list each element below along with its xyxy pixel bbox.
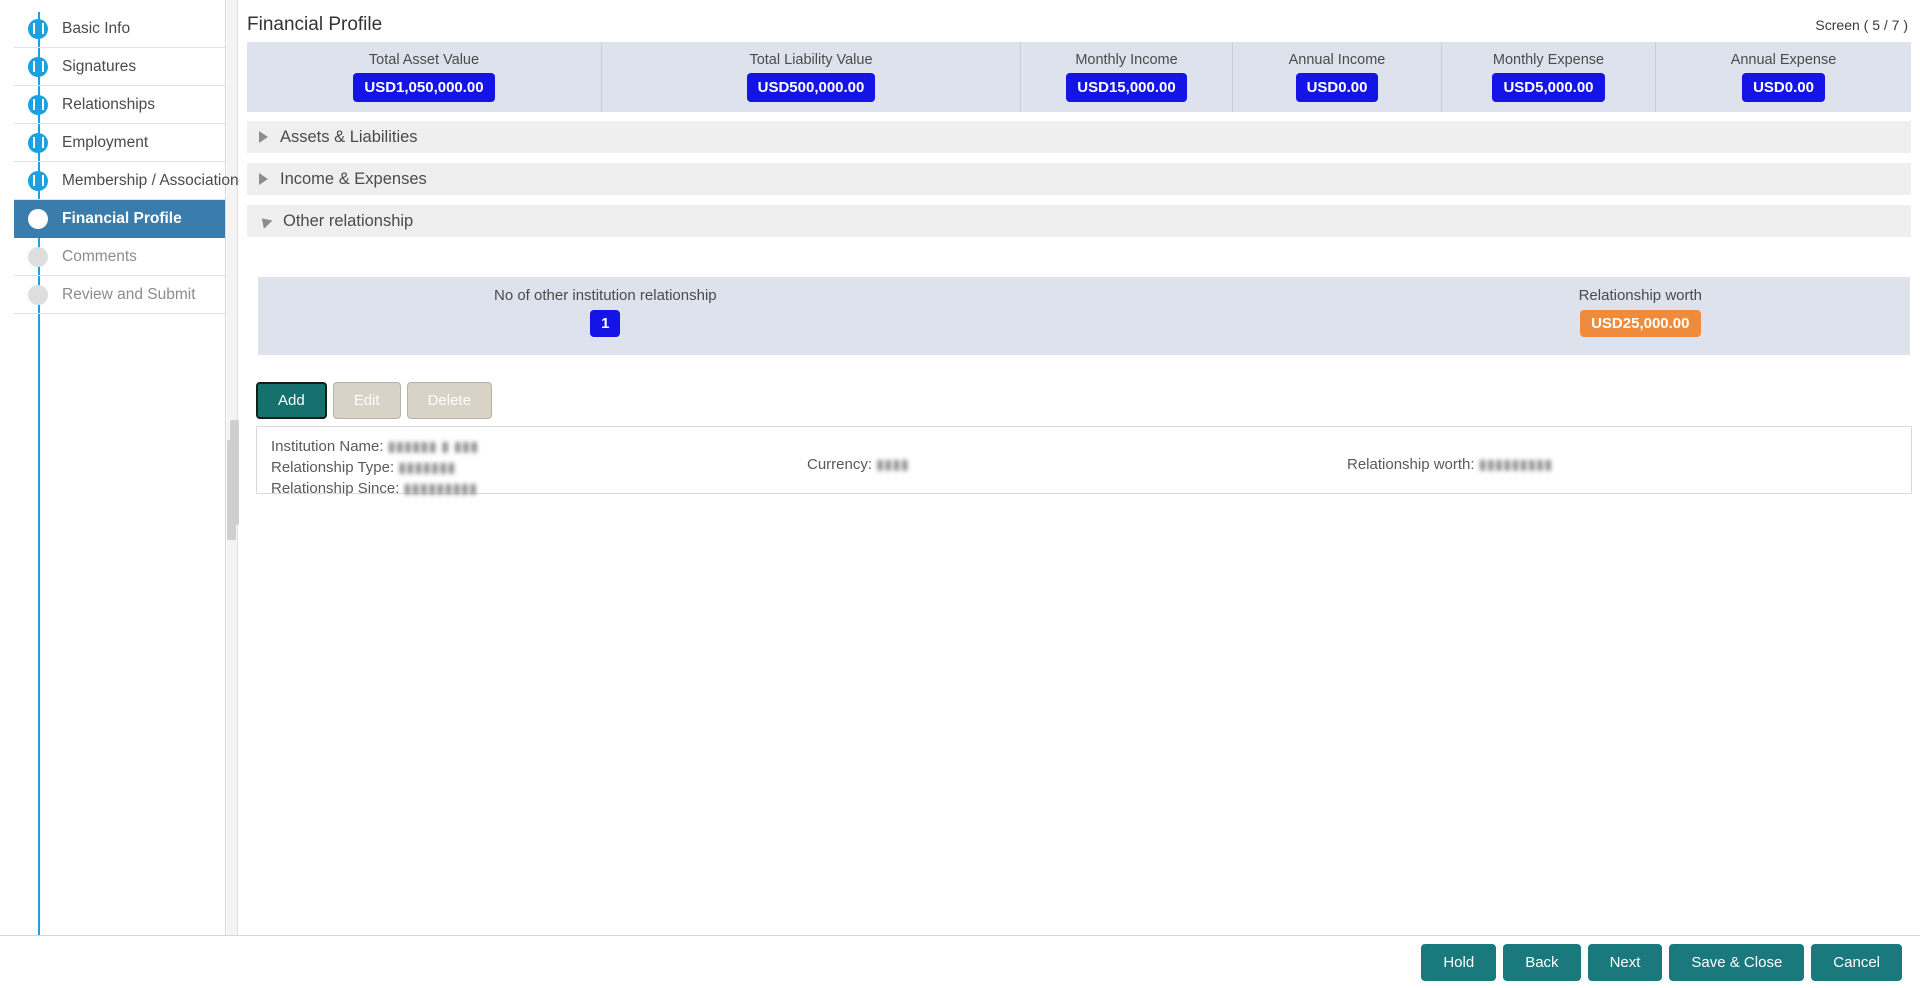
sidebar-item-label: Comments	[62, 247, 137, 265]
relationship-type-value: ▮▮▮▮▮▮▮	[398, 459, 456, 475]
record-currency-column: Currency: ▮▮▮▮	[807, 454, 909, 475]
step-done-icon	[28, 18, 48, 39]
summary-value-badge: USD1,050,000.00	[353, 73, 495, 102]
step-done-icon	[28, 94, 48, 115]
summary-cell-total-asset-value: Total Asset Value USD1,050,000.00	[247, 42, 602, 112]
hold-button[interactable]: Hold	[1421, 943, 1497, 981]
currency-row: Currency: ▮▮▮▮	[807, 454, 909, 475]
count-label: No of other institution relationship	[494, 287, 717, 304]
relationship-type-row: Relationship Type: ▮▮▮▮▮▮▮	[271, 457, 479, 478]
summary-label: Total Liability Value	[749, 52, 873, 68]
currency-value: ▮▮▮▮	[876, 456, 910, 472]
next-button[interactable]: Next	[1587, 943, 1663, 981]
summary-cell-total-liability-value: Total Liability Value USD500,000.00	[602, 42, 1021, 112]
summary-cell-monthly-expense: Monthly Expense USD5,000.00	[1442, 42, 1656, 112]
summary-value-badge: USD500,000.00	[746, 73, 876, 102]
relationship-since-label: Relationship Since:	[271, 480, 400, 497]
summary-cell-annual-expense: Annual Expense USD0.00	[1656, 42, 1911, 112]
worth-badge: USD25,000.00	[1580, 310, 1701, 337]
sidebar-item-label: Signatures	[62, 57, 137, 75]
summary-value-badge: USD0.00	[1742, 73, 1825, 102]
accordion-assets-liabilities[interactable]: Assets & Liabilities	[247, 120, 1911, 153]
financial-summary-strip: Total Asset Value USD1,050,000.00 Total Li…	[247, 42, 1911, 112]
step-done-icon	[28, 170, 48, 191]
summary-label: Annual Income	[1288, 52, 1386, 68]
chevron-right-icon	[259, 131, 268, 143]
summary-label: Monthly Expense	[1492, 52, 1605, 68]
summary-value-badge: USD5,000.00	[1492, 73, 1605, 102]
relationship-since-row: Relationship Since: ▮▮▮▮▮▮▮▮▮	[271, 478, 479, 499]
sidebar-item-review-and-submit[interactable]: Review and Submit	[14, 276, 225, 314]
record-worth-column: Relationship worth: ▮▮▮▮▮▮▮▮▮	[1347, 454, 1553, 475]
summary-label: Annual Expense	[1730, 52, 1837, 68]
content-scrollbar-thumb[interactable]	[230, 420, 239, 525]
step-pending-icon	[28, 284, 48, 305]
step-done-icon	[28, 56, 48, 77]
summary-cell-annual-income: Annual Income USD0.00	[1233, 42, 1442, 112]
currency-label: Currency:	[807, 456, 873, 473]
record-primary-column: Institution Name: ▮▮▮▮▮▮ ▮ ▮▮▮ Relations…	[271, 436, 479, 499]
sidebar-item-signatures[interactable]: Signatures	[14, 48, 225, 86]
summary-cell-monthly-income: Monthly Income USD15,000.00	[1021, 42, 1233, 112]
relationship-record-card[interactable]: Institution Name: ▮▮▮▮▮▮ ▮ ▮▮▮ Relations…	[256, 426, 1912, 497]
sidebar-item-label: Employment	[62, 133, 149, 151]
page-title: Financial Profile	[247, 14, 383, 35]
step-done-icon	[28, 132, 48, 153]
worth-label: Relationship worth	[1578, 287, 1702, 304]
record-action-buttons: Add Edit Delete	[256, 382, 492, 419]
wizard-sidebar: Basic Info Signatures Relationships Employm…	[0, 0, 239, 935]
wizard-step-list: Basic Info Signatures Relationships Employm…	[0, 10, 239, 314]
relationship-worth-stat: Relationship worth USD25,000.00	[1579, 287, 1702, 337]
sidebar-item-relationships[interactable]: Relationships	[14, 86, 225, 124]
sidebar-item-label: Financial Profile	[62, 210, 182, 227]
sidebar-item-label: Review and Submit	[62, 285, 196, 303]
step-pending-icon	[28, 246, 48, 267]
sidebar-item-basic-info[interactable]: Basic Info	[14, 10, 225, 48]
save-close-button[interactable]: Save & Close	[1669, 943, 1805, 981]
accordion-title: Assets & Liabilities	[280, 127, 418, 146]
sidebar-item-membership-association[interactable]: Membership / Association	[14, 162, 239, 200]
relationship-since-value: ▮▮▮▮▮▮▮▮▮	[403, 480, 478, 496]
accordion-title: Other relationship	[283, 211, 414, 230]
screen-counter: Screen ( 5 / 7 )	[1815, 17, 1908, 33]
other-relationship-stats-panel: No of other institution relationship 1 R…	[258, 277, 1910, 355]
record-worth-row: Relationship worth: ▮▮▮▮▮▮▮▮▮	[1347, 454, 1553, 475]
summary-label: Total Asset Value	[368, 52, 480, 68]
sidebar-item-employment[interactable]: Employment	[14, 124, 225, 162]
chevron-right-icon	[259, 173, 268, 185]
summary-value-badge: USD15,000.00	[1066, 73, 1187, 102]
sidebar-item-financial-profile[interactable]: Financial Profile	[14, 200, 225, 238]
sidebar-item-label: Membership / Association	[62, 171, 239, 189]
back-button[interactable]: Back	[1503, 943, 1581, 981]
summary-label: Monthly Income	[1075, 52, 1178, 68]
record-worth-label: Relationship worth:	[1347, 456, 1475, 473]
accordion-income-expenses[interactable]: Income & Expenses	[247, 162, 1911, 195]
institution-name-label: Institution Name:	[271, 438, 384, 455]
sidebar-item-label: Basic Info	[62, 19, 131, 37]
edit-button: Edit	[332, 382, 401, 419]
institution-name-value: ▮▮▮▮▮▮ ▮ ▮▮▮	[387, 438, 479, 454]
step-current-icon	[28, 209, 48, 229]
sidebar-item-comments[interactable]: Comments	[14, 238, 225, 276]
relationship-type-label: Relationship Type:	[271, 459, 395, 476]
count-badge: 1	[590, 310, 621, 337]
chevron-down-icon	[257, 213, 273, 229]
accordion-title: Income & Expenses	[280, 169, 427, 188]
sidebar-item-label: Relationships	[62, 95, 156, 113]
institution-name-row: Institution Name: ▮▮▮▮▮▮ ▮ ▮▮▮	[271, 436, 479, 457]
cancel-button[interactable]: Cancel	[1811, 943, 1902, 981]
record-worth-value: ▮▮▮▮▮▮▮▮▮	[1478, 456, 1553, 472]
footer-action-bar: Hold Back Next Save & Close Cancel	[0, 935, 1920, 988]
accordion-other-relationship[interactable]: Other relationship	[247, 204, 1911, 237]
institution-relationship-count: No of other institution relationship 1	[494, 287, 717, 337]
delete-button: Delete	[406, 382, 492, 419]
summary-value-badge: USD0.00	[1295, 73, 1379, 102]
add-button[interactable]: Add	[256, 382, 327, 419]
